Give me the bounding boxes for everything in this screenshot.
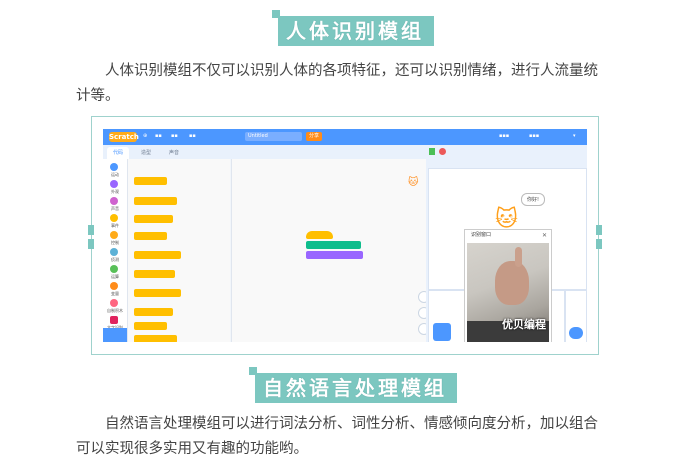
palette-block	[134, 251, 181, 259]
category-label: 声音	[111, 206, 119, 211]
category-label: 运算	[111, 274, 119, 279]
tab-sounds: 声音	[169, 150, 180, 156]
editor-tabs: 代码 造型 声音	[103, 145, 587, 159]
section-1-paragraph: 人体识别模组不仅可以识别人体的各项特征，还可以识别情绪，进行人流量统计等。	[76, 63, 598, 104]
backdrop-button	[569, 327, 583, 339]
menu-file: ▪▪	[155, 133, 162, 139]
frame-tab-right2	[596, 239, 602, 249]
stage-area: 你好! 🐱 识别窗口 ✕	[426, 159, 587, 342]
category-label: 自制积木	[107, 308, 123, 313]
section-1-title: 人体识别模组	[278, 16, 434, 46]
category-sound-icon	[110, 197, 118, 205]
account-icon: ▾	[573, 133, 576, 139]
project-title-input: Untitled	[245, 132, 302, 141]
category-extension-icon	[110, 316, 118, 324]
menu-right-1: ▪▪▪	[499, 133, 510, 139]
backdrop-pane	[565, 290, 587, 342]
block-palette	[128, 159, 230, 342]
watermark: 优贝编程	[502, 318, 546, 331]
palette-block	[134, 232, 167, 240]
category-looks-icon	[110, 180, 118, 188]
hand-image	[495, 261, 529, 305]
script-block	[306, 241, 361, 249]
frame-tab-left	[88, 225, 94, 235]
recognition-window-title: 识别窗口	[471, 232, 492, 238]
palette-block	[134, 308, 173, 316]
code-area: 🐱	[231, 159, 430, 342]
category-myblocks-icon	[110, 299, 118, 307]
menu-right-2: ▪▪▪	[529, 133, 540, 139]
palette-block	[134, 322, 167, 330]
category-column: 运动 外观 声音 事件 控制 侦测 运算 变量 自制积木 文字识别	[103, 159, 128, 342]
category-motion-icon	[110, 163, 118, 171]
category-control-icon	[110, 231, 118, 239]
globe-icon: ⊕	[143, 133, 148, 139]
category-variables-icon	[110, 282, 118, 290]
category-label: 控制	[111, 240, 119, 245]
category-label: 外观	[111, 189, 119, 194]
speech-bubble: 你好!	[521, 193, 546, 206]
section-heading-1: 人体识别模组	[0, 10, 689, 50]
section-2-paragraph: 自然语言处理模组可以进行词法分析、词性分析、情感倾向度分析，加以组合可以实现很多…	[76, 416, 598, 457]
palette-block	[134, 335, 177, 342]
script-hat-block	[306, 231, 333, 239]
category-events-icon	[110, 214, 118, 222]
menu-tutorials: ▪▪	[189, 133, 196, 139]
share-button: 分享	[306, 132, 322, 141]
stop-icon	[439, 148, 446, 155]
palette-block	[134, 289, 181, 297]
selected-sprite	[433, 323, 451, 341]
finger-image	[515, 247, 522, 267]
menu-edit: ▪▪	[171, 133, 178, 139]
tab-costumes: 造型	[141, 150, 152, 156]
add-extension-icon	[103, 328, 127, 342]
sprite-thumb-icon: 🐱	[408, 177, 419, 188]
palette-block	[134, 177, 167, 185]
frame-tab-left2	[88, 239, 94, 249]
palette-block	[134, 197, 177, 205]
close-icon: ✕	[541, 232, 547, 239]
category-label: 运动	[111, 172, 119, 177]
category-sensing-icon	[110, 248, 118, 256]
category-label: 侦测	[111, 257, 119, 262]
palette-block	[134, 270, 175, 278]
section-2-title: 自然语言处理模组	[255, 373, 457, 403]
category-label: 事件	[111, 223, 119, 228]
screenshot-frame: Scratch ⊕ ▪▪ ▪▪ ▪▪ Untitled 分享 ▪▪▪ ▪▪▪ ▾…	[88, 116, 602, 355]
scratch-screenshot: Scratch ⊕ ▪▪ ▪▪ ▪▪ Untitled 分享 ▪▪▪ ▪▪▪ ▾…	[103, 129, 587, 342]
category-operators-icon	[110, 265, 118, 273]
script-block	[306, 251, 363, 259]
section-heading-2: 自然语言处理模组	[0, 367, 689, 407]
category-label: 变量	[111, 291, 119, 296]
green-flag-icon	[429, 148, 435, 155]
menu-bar: Scratch ⊕ ▪▪ ▪▪ ▪▪ Untitled 分享 ▪▪▪ ▪▪▪ ▾	[103, 129, 587, 145]
tab-code: 代码	[107, 147, 130, 159]
frame-tab-right	[596, 225, 602, 235]
palette-block	[134, 215, 173, 223]
scratch-logo: Scratch	[109, 132, 139, 142]
